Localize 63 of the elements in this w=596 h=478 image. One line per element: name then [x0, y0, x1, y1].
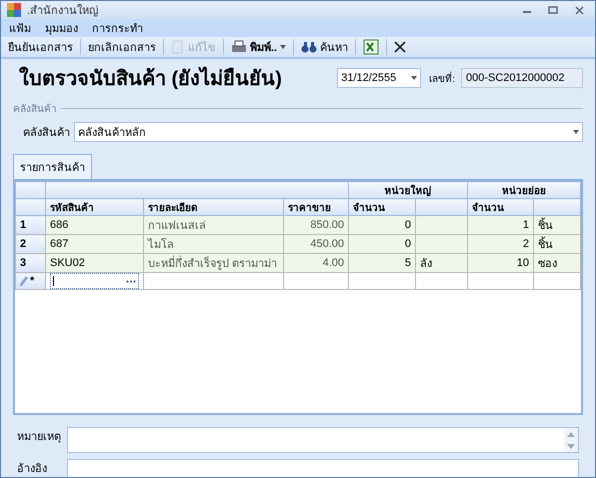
group-title: คลังสินค้า [13, 102, 57, 116]
app-icon [7, 3, 21, 17]
table-cell: 5 [348, 254, 416, 272]
table-cell: 0 [348, 216, 416, 234]
table-cell: 687 [46, 234, 144, 254]
table-cell: 2 [468, 234, 534, 254]
table-cell: 0 [348, 234, 416, 254]
dropdown-arrow-icon[interactable] [411, 76, 418, 80]
remarks-label: หมายเหตุ [17, 430, 61, 445]
column-header[interactable]: รหัสสินค้า [46, 198, 144, 216]
close-icon [394, 41, 406, 53]
menu-item[interactable]: แฟ้ม [9, 19, 31, 37]
warehouse-label: คลังสินค้า [23, 126, 70, 141]
tab[interactable]: รายการสินค้า [13, 154, 92, 179]
dropdown-arrow-icon[interactable] [573, 130, 579, 134]
row-number: 3 [16, 254, 46, 272]
column-header[interactable]: จำนวน [348, 198, 416, 216]
row-number: 2 [16, 234, 46, 254]
table-cell: ชิ้น [534, 234, 580, 254]
maximize-icon [548, 6, 558, 14]
new-row-marker: * [30, 275, 34, 287]
table-cell: ไมโล [144, 234, 284, 254]
table-cell: 10 [468, 254, 534, 272]
toolbar-button[interactable]: พิมพ์.. [228, 37, 290, 57]
column-band: หน่วยใหญ่ [348, 182, 468, 198]
table-cell: ลัง [416, 254, 468, 272]
doc-number-field[interactable]: 000-SC2012000002 [461, 68, 583, 88]
spreadsheet-icon [363, 39, 380, 55]
close-icon [574, 6, 584, 14]
toolbar-button[interactable]: ค้นหา [298, 37, 352, 57]
more-icon[interactable] [126, 280, 136, 282]
document-heading: ใบตรวจนับสินค้า (ยังไม่ยืนยัน) [18, 66, 283, 92]
table-cell: บะหมี่กึ่งสำเร็จรูป ตรามาม่า [144, 254, 284, 272]
column-band: หน่วยย่อย [468, 182, 580, 198]
table-cell: 686 [46, 216, 144, 234]
date-field[interactable]: 31/12/2555 [337, 68, 422, 88]
menu-item[interactable]: การกระทำ [92, 19, 143, 37]
input-field[interactable] [50, 274, 139, 288]
binoculars-icon [301, 40, 318, 54]
dropdown-arrow-icon[interactable] [280, 45, 286, 49]
toolbar-button[interactable]: ยกเลิกเอกสาร [85, 37, 159, 57]
row-number: 1 [16, 216, 46, 234]
column-header[interactable]: รายละเอียด [144, 198, 284, 216]
pencil-icon [20, 276, 28, 286]
column-header[interactable]: จำนวน [468, 198, 534, 216]
reference-field[interactable] [67, 459, 579, 477]
printer-icon [231, 40, 247, 54]
table-cell: 850.00 [284, 216, 348, 234]
document-icon [171, 40, 185, 54]
table-cell: 4.00 [284, 254, 348, 272]
column-header[interactable]: ราคาขาย [284, 198, 348, 216]
table-cell: ชิ้น [534, 216, 580, 234]
window-title: .สำนักงานใหญ่ [27, 3, 100, 19]
toolbar-button[interactable]: ยืนยันเอกสาร [5, 37, 76, 57]
warehouse-combo[interactable]: คลังสินค้าหลัก [74, 122, 583, 142]
menu-item[interactable]: มุมมอง [45, 19, 78, 37]
reference-label: อ้างอิง [17, 462, 48, 477]
doc-number-label: เลขที่: [429, 70, 455, 86]
table-cell: ซอง [534, 254, 580, 272]
table-cell: 450.00 [284, 234, 348, 254]
table-cell: 1 [468, 216, 534, 234]
table-cell: กาแฟเนสเล่ [144, 216, 284, 234]
table-cell: SKU02 [46, 254, 144, 272]
